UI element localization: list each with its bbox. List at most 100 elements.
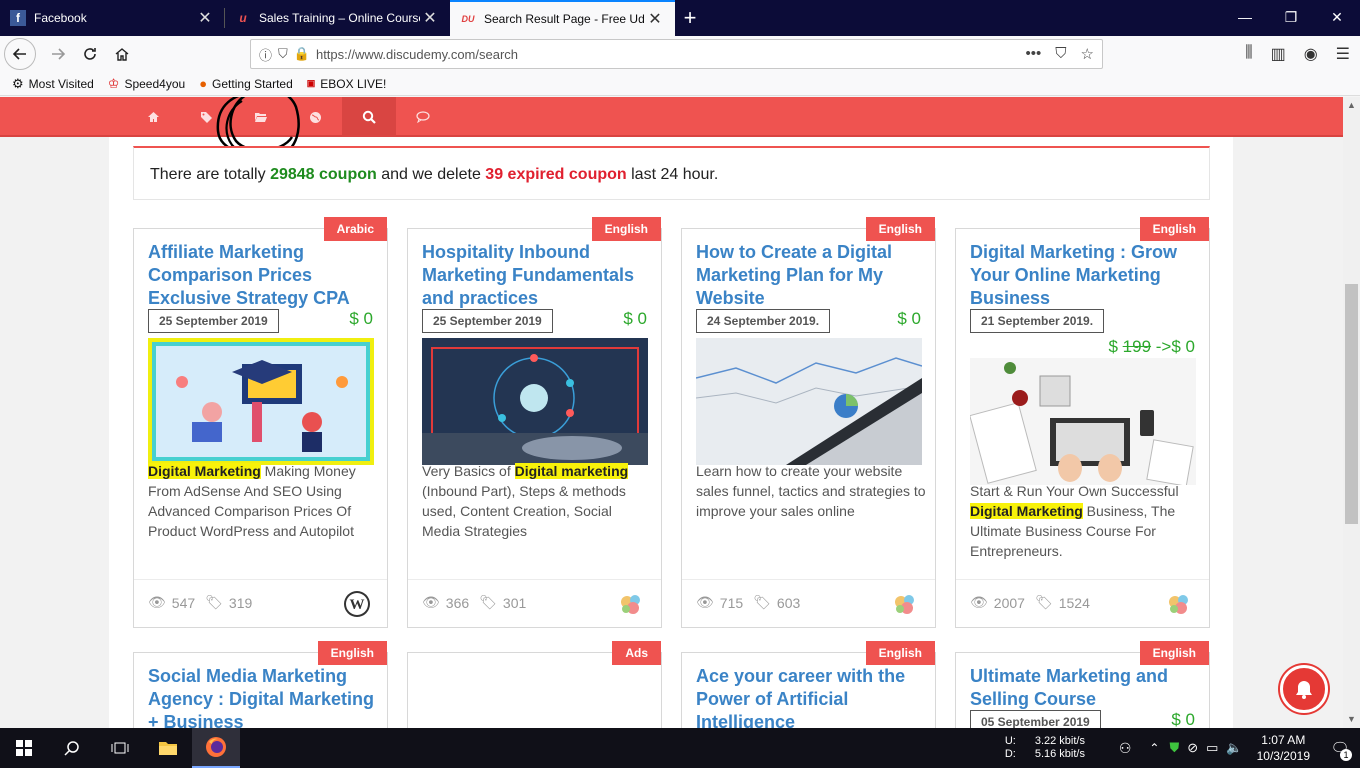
coupon-count: 1524 xyxy=(1058,594,1090,611)
ad-card[interactable]: Ads xyxy=(407,641,662,728)
tab-facebook[interactable]: f Facebook ✕ xyxy=(0,0,225,36)
chevron-up-icon[interactable]: ⌃ xyxy=(1149,741,1159,755)
course-card[interactable]: English Social Media Marketing Agency : … xyxy=(133,641,388,728)
windows-taskbar: U: 3.22 kbit/s D: 5.16 kbit/s ⚇ ⌃ ⛊ ⊘ ▭ 🔈 … xyxy=(0,728,1360,768)
home-icon[interactable] xyxy=(126,97,180,137)
sidebar-icon[interactable]: ▥ xyxy=(1271,44,1286,64)
download-speed: 5.16 kbit/s xyxy=(1034,748,1085,760)
download-label: D: xyxy=(1004,748,1016,760)
restore-button[interactable]: ❐ xyxy=(1268,0,1314,34)
course-thumbnail[interactable] xyxy=(970,358,1196,485)
new-tab-button[interactable]: + xyxy=(675,0,705,36)
bookmark-ebox-live[interactable]: ▣ EBOX LIVE! xyxy=(307,77,387,91)
info-icon[interactable]: ⓘ xyxy=(259,45,272,64)
file-explorer-button[interactable] xyxy=(144,728,192,768)
comment-icon[interactable] xyxy=(396,97,450,137)
search-icon xyxy=(64,741,79,756)
url-bar[interactable]: ⓘ ⛉ 🔒 https://www.discudemy.com/search •… xyxy=(250,39,1103,69)
window-close-button[interactable]: ✕ xyxy=(1314,0,1360,34)
volume-icon[interactable]: 🔈 xyxy=(1226,740,1242,756)
notice-text: and we delete xyxy=(376,166,486,183)
forward-button[interactable] xyxy=(42,38,74,70)
eye-icon: 👁 xyxy=(696,594,714,610)
close-icon[interactable]: ✕ xyxy=(420,8,440,28)
url-text[interactable]: https://www.discudemy.com/search xyxy=(316,47,1026,62)
bookmark-most-visited[interactable]: ⚙ Most Visited xyxy=(12,76,94,92)
back-button[interactable] xyxy=(4,38,36,70)
view-count: 715 xyxy=(719,594,744,611)
course-title-link[interactable]: Social Media Marketing Agency : Digital … xyxy=(148,665,384,728)
security-icon[interactable]: ⛊ xyxy=(1169,740,1179,756)
course-title-link[interactable]: Hospitality Inbound Marketing Fundamenta… xyxy=(422,241,658,310)
udemy-icon xyxy=(617,590,645,618)
clock[interactable]: 1:07 AM 10/3/2019 xyxy=(1257,732,1310,764)
display-icon[interactable]: ▭ xyxy=(1206,740,1218,756)
language-badge: Arabic xyxy=(323,217,387,241)
tab-search-result[interactable]: DU Search Result Page - Free Udemy ✕ xyxy=(450,0,675,36)
course-card[interactable]: English Ultimate Marketing and Selling C… xyxy=(955,641,1210,728)
course-card[interactable]: English Hospitality Inbound Marketing Fu… xyxy=(407,217,662,628)
network-icon[interactable]: ⊘ xyxy=(1187,740,1198,756)
language-badge: English xyxy=(1139,641,1209,665)
description-text: Start & Run Your Own Successful xyxy=(970,483,1179,499)
discudemy-icon: DU xyxy=(461,14,475,24)
course-card[interactable]: Arabic Affiliate Marketing Comparison Pr… xyxy=(133,217,388,628)
course-title-link[interactable]: Ace your career with the Power of Artifi… xyxy=(696,665,932,728)
close-icon[interactable]: ✕ xyxy=(645,9,665,29)
highlight-keyword: Digital Marketing xyxy=(148,463,261,479)
scroll-down-arrow[interactable]: ▼ xyxy=(1343,711,1360,728)
course-price: $ 0 xyxy=(1171,710,1195,728)
bookmark-getting-started[interactable]: ● Getting Started xyxy=(199,76,293,91)
course-thumbnail[interactable] xyxy=(696,338,922,465)
search-button[interactable] xyxy=(48,728,96,768)
course-thumbnail[interactable] xyxy=(148,338,374,465)
course-title-link[interactable]: Affiliate Marketing Comparison Prices Ex… xyxy=(148,241,384,310)
bookmark-star-icon[interactable]: ☆ xyxy=(1081,45,1094,63)
course-description: Start & Run Your Own Successful Digital … xyxy=(970,481,1200,561)
reload-button[interactable] xyxy=(74,38,106,70)
course-title-link[interactable]: Ultimate Marketing and Selling Course xyxy=(970,665,1206,711)
description-text: (Inbound Part), Steps & methods used, Co… xyxy=(422,483,626,539)
task-view-button[interactable] xyxy=(96,728,144,768)
page-actions-icon[interactable]: ••• xyxy=(1026,45,1042,63)
course-card[interactable]: English How to Create a Digital Marketin… xyxy=(681,217,936,628)
library-icon[interactable]: ⫼ xyxy=(1245,44,1252,64)
description-text: Very Basics of xyxy=(422,463,515,479)
notification-bell-button[interactable] xyxy=(1280,665,1328,713)
menu-icon[interactable]: ☰ xyxy=(1336,44,1350,64)
close-icon[interactable]: ✕ xyxy=(195,8,215,28)
tab-sales-training[interactable]: u Sales Training – Online Courses ✕ xyxy=(225,0,450,36)
home-button[interactable] xyxy=(106,38,138,70)
pocket-icon[interactable]: ⛉ xyxy=(1055,45,1066,63)
tab-label: Search Result Page - Free Udemy xyxy=(484,12,645,26)
people-icon[interactable]: ⚇ xyxy=(1119,740,1132,757)
udemy-icon xyxy=(1165,590,1193,618)
scroll-up-arrow[interactable]: ▲ xyxy=(1343,97,1360,114)
shield-icon[interactable]: ⛉ xyxy=(278,46,288,62)
course-date: 25 September 2019 xyxy=(422,309,553,333)
course-description: Learn how to create your website sales f… xyxy=(696,463,926,519)
course-title-link[interactable]: Digital Marketing : Grow Your Online Mar… xyxy=(970,241,1206,310)
bookmark-speed4you[interactable]: ♔ Speed4you xyxy=(108,76,185,92)
course-card[interactable]: English Ace your career with the Power o… xyxy=(681,641,936,728)
action-center-button[interactable]: 🗨 1 xyxy=(1320,739,1360,761)
scroll-thumb[interactable] xyxy=(1345,284,1358,524)
facebook-icon: f xyxy=(10,10,26,26)
course-card[interactable]: English Digital Marketing : Grow Your On… xyxy=(955,217,1210,628)
card-footer: 👁 2007 🏷 1524 xyxy=(956,579,1209,627)
start-button[interactable] xyxy=(0,728,48,768)
search-icon[interactable] xyxy=(342,97,396,137)
firefox-taskbar-button[interactable] xyxy=(192,728,240,768)
account-icon[interactable]: ◉ xyxy=(1304,44,1318,64)
window-controls: — ❐ ✕ xyxy=(1222,0,1360,34)
browser-tab-bar: f Facebook ✕ u Sales Training – Online C… xyxy=(0,0,1360,36)
course-price: $ 0 xyxy=(623,309,647,328)
course-thumbnail[interactable] xyxy=(422,338,648,465)
card-footer: 👁 715 🏷 603 xyxy=(682,579,935,627)
highlight-keyword: Digital Marketing xyxy=(970,503,1083,519)
language-badge: English xyxy=(865,641,935,665)
language-badge: English xyxy=(317,641,387,665)
course-title-link[interactable]: How to Create a Digital Marketing Plan f… xyxy=(696,241,932,310)
minimize-button[interactable]: — xyxy=(1222,0,1268,34)
page-scrollbar[interactable]: ▲ ▼ xyxy=(1343,97,1360,728)
